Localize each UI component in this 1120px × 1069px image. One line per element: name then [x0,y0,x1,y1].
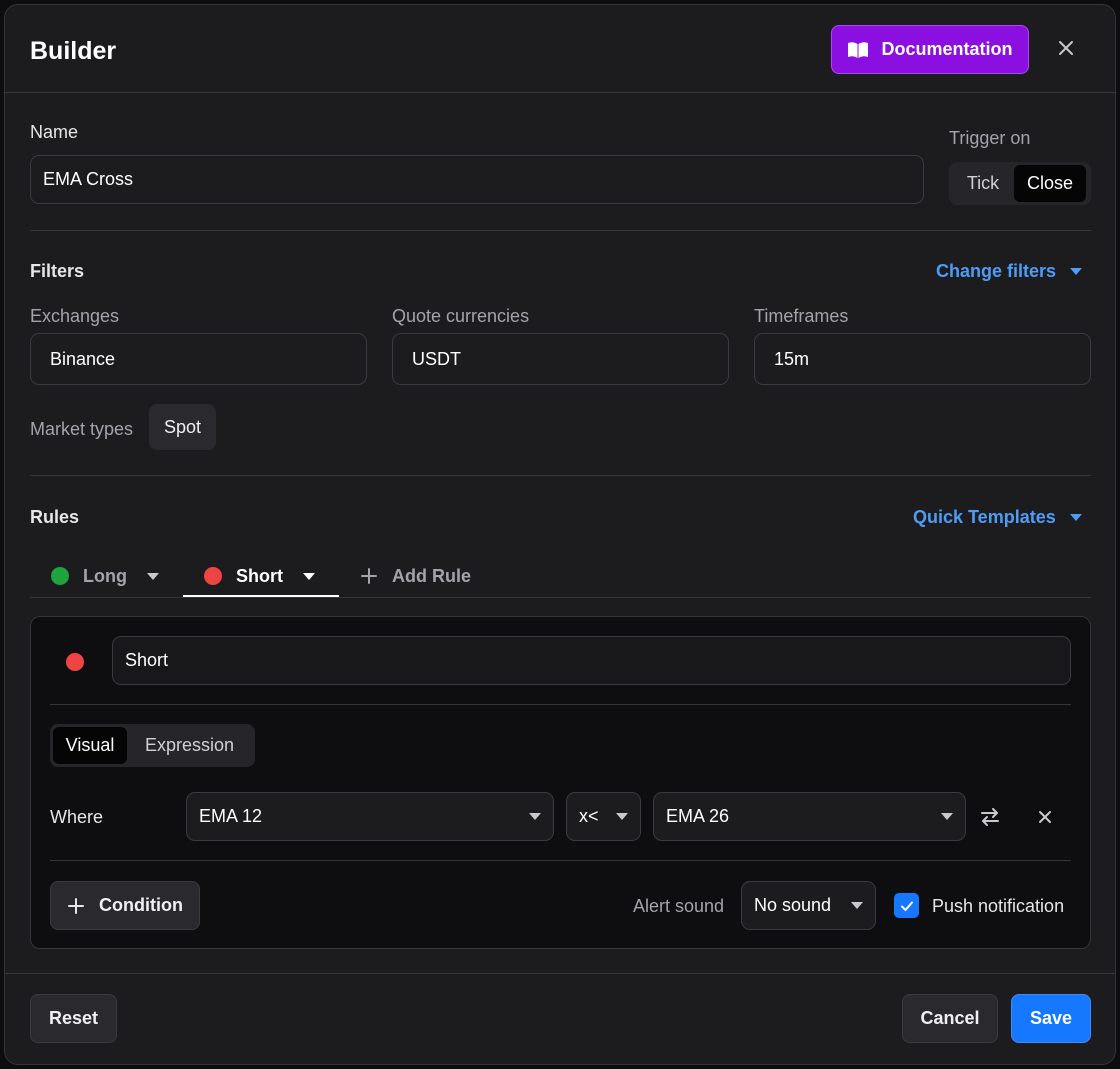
chevron-down-icon [941,813,953,820]
change-filters-link[interactable]: Change filters [936,261,1083,282]
divider [50,860,1071,861]
book-open-icon [847,41,869,59]
alert-sound-label: Alert sound [633,896,725,916]
cancel-button[interactable]: Cancel [902,994,998,1043]
chevron-down-icon[interactable] [146,572,159,580]
quick-templates-label: Quick Templates [913,507,1056,527]
condition-operator-select[interactable]: x< [566,792,641,841]
add-rule-label: Add Rule [392,565,471,586]
swap-icon[interactable] [977,804,1003,830]
mode-visual-option[interactable]: Visual [53,727,127,764]
chevron-down-icon [1069,514,1082,521]
market-types-label: Market types [30,419,134,439]
exchanges-label: Exchanges [30,306,120,326]
divider [30,475,1091,476]
where-label: Where [50,807,104,827]
rule-editor-card: Short Visual Expression Where EMA 12 x< … [30,616,1091,949]
trigger-tick-option[interactable]: Tick [952,165,1014,202]
builder-modal: Builder Documentation Name EMA Cross Tri… [4,4,1116,1065]
plus-icon [67,897,85,915]
mode-toggle: Visual Expression [50,724,255,767]
mode-expression-option[interactable]: Expression [127,727,252,764]
alert-sound-value: No sound [754,895,832,915]
rule-tab-long[interactable]: Long [51,553,159,599]
add-rule-button[interactable]: Add Rule [360,553,471,599]
condition-operator-value: x< [579,806,599,826]
filters-title: Filters [30,261,85,281]
rule-name-input[interactable]: Short [112,636,1071,685]
alert-sound-select[interactable]: No sound [741,881,876,930]
reset-button[interactable]: Reset [30,994,117,1043]
market-type-chip-spot[interactable]: Spot [149,404,216,450]
name-label: Name [30,122,79,142]
divider [30,230,1091,231]
chevron-down-icon [851,902,863,909]
condition-left-select[interactable]: EMA 12 [186,792,554,841]
short-color-dot [204,567,222,585]
chevron-down-icon [529,813,541,820]
change-filters-label: Change filters [936,261,1057,281]
condition-left-value: EMA 12 [199,806,263,826]
quote-currencies-field[interactable]: USDT [392,333,729,385]
footer-divider [5,973,1115,974]
rule-tab-short[interactable]: Short [204,553,315,599]
timeframes-label: Timeframes [754,306,849,326]
trigger-toggle: Tick Close [949,162,1091,205]
condition-right-value: EMA 26 [666,806,730,826]
modal-title: Builder [30,37,117,65]
close-icon[interactable] [1055,37,1077,59]
chevron-down-icon [616,813,628,820]
documentation-label: Documentation [881,39,1013,59]
name-input[interactable]: EMA Cross [30,155,924,204]
chevron-down-icon[interactable] [303,572,315,580]
rule-name-value: Short [125,650,169,670]
check-icon [900,901,913,911]
quote-currencies-label: Quote currencies [392,306,530,326]
exchanges-value: Binance [50,348,116,369]
add-condition-label: Condition [99,895,183,915]
add-condition-button[interactable]: Condition [50,881,200,930]
divider [50,704,1071,705]
trigger-close-option[interactable]: Close [1014,165,1086,202]
exchanges-field[interactable]: Binance [30,333,367,385]
modal-header: Builder Documentation [5,5,1115,93]
push-notification-checkbox[interactable] [894,893,919,918]
rule-tab-long-label: Long [83,565,127,586]
rules-title: Rules [30,507,80,527]
plus-icon [360,567,378,585]
name-value: EMA Cross [43,169,134,189]
save-button[interactable]: Save [1011,994,1091,1043]
timeframes-field[interactable]: 15m [754,333,1091,385]
push-notification-label: Push notification [932,896,1065,916]
long-color-dot [51,567,69,585]
tabs-divider [30,597,1091,598]
quote-currencies-value: USDT [412,348,461,369]
quick-templates-link[interactable]: Quick Templates [913,507,1082,528]
rule-color-dot[interactable] [66,653,84,671]
timeframes-value: 15m [774,348,810,369]
trigger-on-label: Trigger on [949,128,1031,148]
rule-tab-short-label: Short [236,565,283,586]
condition-right-select[interactable]: EMA 26 [653,792,966,841]
documentation-button[interactable]: Documentation [831,25,1029,74]
remove-condition-icon[interactable] [1034,806,1056,828]
chevron-down-icon [1070,268,1083,275]
